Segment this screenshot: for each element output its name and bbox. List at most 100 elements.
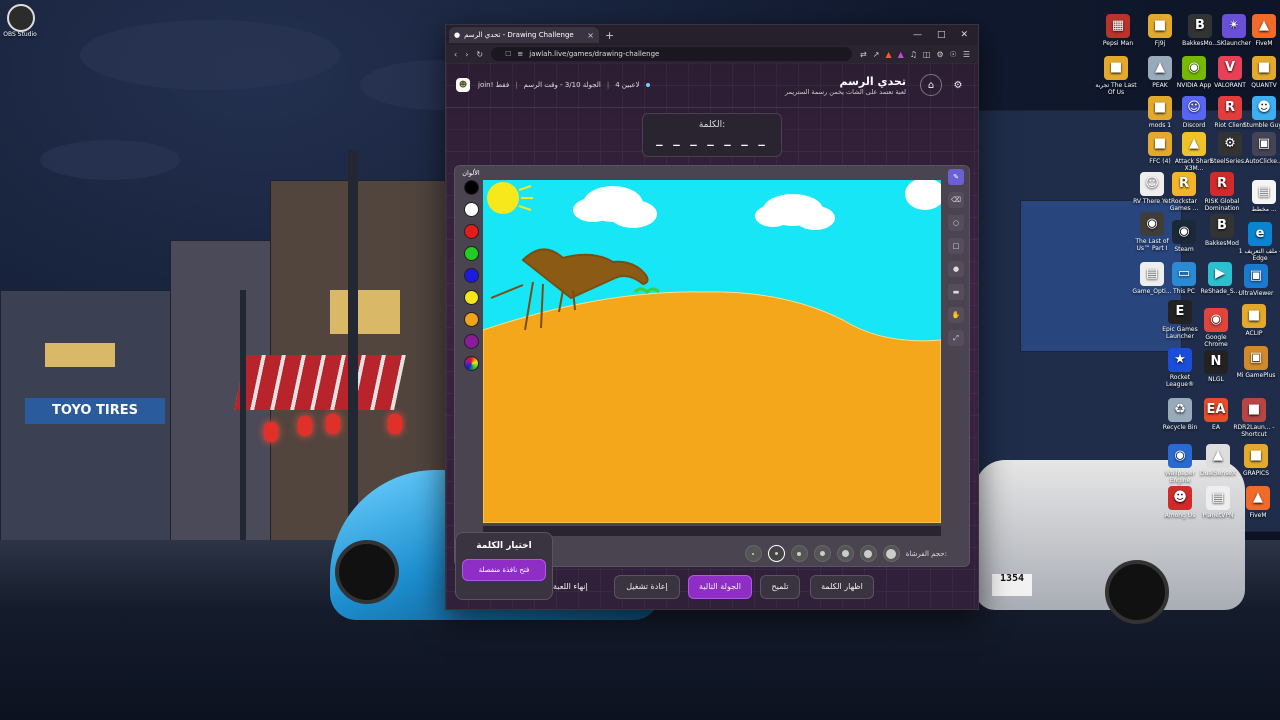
desktop-icon-label: Fj9j [1154, 40, 1166, 47]
join-text: join! فقط [478, 81, 510, 89]
desktop-icon[interactable]: ▲ FiveM [1242, 14, 1280, 47]
drawing-tool-icon[interactable]: ⤢ [948, 330, 964, 346]
color-swatch[interactable] [463, 246, 479, 261]
color-swatch[interactable] [463, 202, 479, 217]
brush-size-option[interactable] [790, 545, 808, 562]
sidebar-icon[interactable]: ◫ [923, 50, 931, 59]
desktop-icon[interactable]: N NLGL [1194, 350, 1238, 383]
desktop-icon[interactable]: ■ QUANTV [1242, 56, 1280, 89]
desktop-icon-label: Pepsi Man [1102, 40, 1134, 47]
window-controls: — □ ✕ [913, 30, 978, 40]
canvas-footer [483, 526, 941, 536]
pen-tool-icon[interactable]: ✎ [948, 169, 964, 185]
desktop-icon[interactable]: ▣ Mi GamePlus [1234, 346, 1278, 379]
replay-button[interactable]: إعادة تشغيل [614, 575, 680, 599]
translate-icon[interactable]: ⇄ [860, 50, 867, 59]
minimize-icon[interactable]: — [913, 30, 922, 40]
color-swatch[interactable] [463, 312, 479, 327]
app-icon: ◉ [1168, 444, 1192, 468]
app-icon: ★ [1168, 348, 1192, 372]
media-icon[interactable]: ♫ [910, 50, 917, 59]
brave-shield-icon[interactable]: ▲ [885, 50, 891, 59]
brush-size-option[interactable] [836, 545, 854, 562]
drawing-tool-icon[interactable]: ● [948, 261, 964, 277]
color-swatch[interactable] [463, 180, 479, 195]
browser-tab[interactable]: ● تحدي الرسم - Drawing Challenge × [449, 27, 599, 43]
color-swatch[interactable] [463, 290, 479, 305]
drawing-tool-icon[interactable]: ▬ [948, 284, 964, 300]
app-icon: ♻ [1168, 398, 1192, 422]
next-round-button[interactable]: الجولة التالية [688, 575, 752, 599]
vpn-icon[interactable]: ☉ [950, 50, 957, 59]
address-bar[interactable]: ☐ ≡ jawlah.live/games/drawing-challenge [491, 47, 853, 61]
forward-icon[interactable]: › [465, 50, 468, 59]
share-icon[interactable]: ↗ [873, 50, 880, 59]
brush-size-option-selected[interactable] [767, 545, 785, 562]
brush-size-option[interactable] [744, 545, 762, 562]
drawing-tool-icon[interactable]: □ [948, 238, 964, 254]
show-word-button[interactable]: اظهار الكلمة [810, 575, 874, 599]
back-icon[interactable]: ‹ [454, 50, 457, 59]
game-subtitle: لعبة تعتمد على الشات يخمن رسمة الستريمر [785, 87, 906, 96]
separator: | [515, 81, 518, 89]
desktop-icon[interactable]: ■ ACLIP [1232, 304, 1276, 337]
brush-size-option[interactable] [859, 545, 877, 562]
desktop-icon[interactable]: ■ تجربة The Last Of Us [1094, 56, 1138, 96]
desktop-icon[interactable]: R RISK Global Domination [1200, 172, 1244, 212]
drawing-tool-icon[interactable]: ⌫ [948, 192, 964, 208]
app-icon: ◉ [1182, 56, 1206, 80]
obs-studio-icon[interactable] [7, 4, 35, 32]
custom-color-swatch[interactable] [463, 356, 479, 371]
desktop-icon[interactable]: ■ RDR2Laun... - Shortcut [1232, 398, 1276, 438]
app-icon: ☻ [1168, 486, 1192, 510]
desktop-icon[interactable]: ▣ AutoClicke... [1242, 132, 1280, 165]
desktop-icon-label: RDR2Laun... - Shortcut [1233, 424, 1275, 438]
app-icon: ■ [1252, 56, 1276, 80]
color-swatch[interactable] [463, 334, 479, 349]
desktop-icon[interactable]: ▲ FiveM [1236, 486, 1280, 519]
drawing-tool-icon[interactable]: ✋ [948, 307, 964, 323]
wallpaper-lantern [298, 416, 312, 436]
maximize-icon[interactable]: □ [937, 30, 946, 40]
site-info-icon[interactable]: ≡ [517, 47, 523, 61]
app-icon: ⚙ [1218, 132, 1242, 156]
desktop-icon[interactable]: ▦ Pepsi Man [1096, 14, 1140, 47]
app-icon: ◉ [1140, 212, 1164, 236]
desktop-icon[interactable]: ■ Fj9j [1138, 14, 1182, 47]
desktop-icon[interactable]: ▤ مخطط ... [1242, 180, 1280, 213]
close-window-icon[interactable]: ✕ [960, 30, 968, 40]
menu-icon[interactable]: ☰ [963, 50, 970, 59]
brush-size-option[interactable] [882, 545, 900, 562]
app-icon: ▤ [1206, 486, 1230, 510]
hint-button[interactable]: تلميح [760, 575, 800, 599]
wallpaper-cloud [80, 20, 340, 90]
reload-icon[interactable]: ↻ [476, 50, 483, 59]
brush-size-option[interactable] [813, 545, 831, 562]
drawing-canvas[interactable] [483, 180, 941, 523]
brush-size-row: حجم الفرشاة: [744, 545, 947, 562]
bookmark-icon[interactable]: ☐ [505, 47, 511, 61]
desktop-icon[interactable]: ■ GRAPICS [1234, 444, 1278, 477]
color-swatch[interactable] [463, 268, 479, 283]
rewards-icon[interactable]: ▲ [898, 50, 904, 59]
color-swatch[interactable] [463, 224, 479, 239]
site-logo-icon[interactable]: ☻ [456, 78, 470, 92]
new-tab-button[interactable]: + [605, 29, 614, 42]
settings-button[interactable]: ⚙ [948, 75, 968, 95]
end-game-button[interactable]: إنهاء اللعبة [553, 582, 588, 591]
desktop-icon[interactable]: ☻ Stumble Guys [1242, 96, 1280, 129]
desktop-icon-label: PlanetVPN [1202, 512, 1234, 519]
drawing-tool-icon[interactable]: ○ [948, 215, 964, 231]
game-header: ☻ join! فقط | الجولة 3/10 - وقت الرسم | … [446, 63, 978, 108]
desktop-icon-label: GRAPICS [1242, 470, 1270, 477]
obs-studio-label[interactable]: OBS Studio [0, 31, 40, 38]
home-button[interactable]: ⌂ [920, 74, 942, 96]
desktop-icon[interactable]: ▤ PlanetVPN [1196, 486, 1240, 519]
separator: | [606, 81, 610, 89]
extensions-icon[interactable]: ⚙ [936, 50, 943, 59]
app-icon: ■ [1104, 56, 1128, 80]
open-separate-window-button[interactable]: فتح نافذة منفصلة [462, 559, 546, 581]
close-tab-icon[interactable]: × [587, 31, 594, 40]
desktop-icon[interactable]: e ملف التعريف 1 - Edge [1238, 222, 1280, 262]
desktop-icon[interactable]: ▣ UltraViewer [1234, 264, 1278, 297]
